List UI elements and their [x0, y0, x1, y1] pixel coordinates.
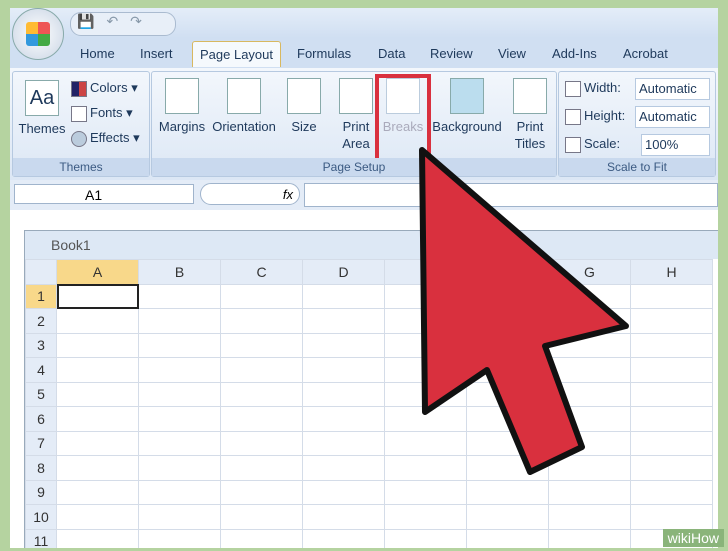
office-logo-icon	[26, 22, 50, 46]
office-button[interactable]	[12, 8, 64, 60]
pointer-arrow-graphic	[419, 147, 629, 475]
wikihow-watermark: wikiHow	[662, 529, 724, 547]
red-arrow-icon	[419, 147, 629, 475]
